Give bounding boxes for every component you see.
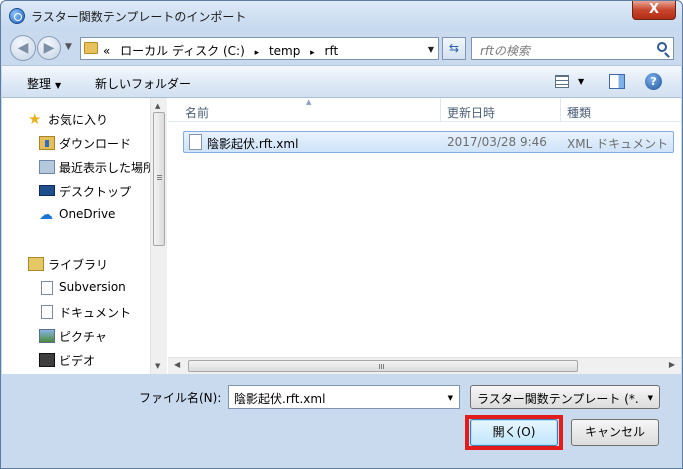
chevron-down-icon[interactable]: ▼	[578, 77, 584, 86]
filename-value: 陰影起伏.rft.xml	[234, 392, 326, 406]
window-title: ラスター関数テンプレートのインポート	[31, 10, 247, 24]
picture-icon	[39, 329, 55, 343]
sidebar-item-label: ピクチャ	[59, 330, 107, 344]
content-area: ★ お気に入り ダウンロード 最近表示した場所 デスクトップ ☁ OneDriv…	[2, 98, 681, 374]
filter-value: ラスター関数テンプレート (*.	[477, 392, 639, 406]
navigation-pane: ★ お気に入り ダウンロード 最近表示した場所 デスクトップ ☁ OneDriv…	[2, 98, 167, 374]
grip-icon	[157, 175, 162, 181]
preview-pane-icon[interactable]	[609, 74, 625, 89]
breadcrumb-temp[interactable]: temp	[269, 44, 300, 58]
scrollbar-thumb[interactable]	[188, 360, 578, 372]
app-icon	[9, 8, 25, 24]
scroll-right-icon[interactable]: ▶	[669, 360, 675, 369]
close-button[interactable]: X	[632, 1, 676, 20]
file-modified: 2017/03/28 9:46	[447, 135, 547, 149]
recent-places-icon	[39, 160, 55, 174]
breadcrumb-local-disk[interactable]: ローカル ディスク (C:)	[120, 42, 245, 59]
document-icon	[41, 305, 53, 319]
file-import-dialog: ラスター関数テンプレートのインポート X ◀ ▶ ▼ « ローカル ディスク (…	[0, 0, 683, 469]
file-name: 陰影起伏.rft.xml	[207, 137, 299, 151]
breadcrumb-arrow-icon[interactable]: ▸	[255, 48, 260, 58]
file-list-pane: 名前 ▲ 更新日時 種類 陰影起伏.rft.xml 2017/03/28 9:4…	[168, 98, 681, 374]
scroll-down-icon[interactable]: ▼	[155, 362, 160, 370]
title-bar: ラスター関数テンプレートのインポート X	[1, 1, 682, 31]
refresh-button[interactable]: ⇆	[442, 37, 466, 60]
horizontal-scrollbar[interactable]: ◀ ▶	[168, 357, 681, 374]
desktop-icon	[39, 185, 55, 196]
column-header-row: 名前 ▲ 更新日時 種類	[168, 98, 681, 122]
sidebar-item-label: ドキュメント	[59, 306, 132, 320]
navigation-bar: ◀ ▶ ▼ « ローカル ディスク (C:) ▸ temp ▸ rft ▼ ⇆ …	[1, 31, 682, 65]
open-button[interactable]: 開く(O)	[470, 419, 558, 446]
file-icon	[189, 134, 202, 150]
search-input[interactable]: rftの検索	[471, 37, 674, 60]
sidebar-item-label: ダウンロード	[59, 137, 132, 151]
scrollbar-thumb[interactable]	[153, 112, 165, 246]
download-folder-icon	[39, 136, 55, 150]
forward-button[interactable]: ▶	[37, 36, 61, 60]
sidebar-item-label: お気に入り	[48, 113, 109, 127]
star-icon: ★	[28, 110, 42, 128]
breadcrumb-rft[interactable]: rft	[325, 44, 339, 58]
help-icon[interactable]: ?	[645, 73, 662, 90]
address-bar[interactable]: « ローカル ディスク (C:) ▸ temp ▸ rft ▼	[80, 37, 439, 60]
file-row[interactable]: 陰影起伏.rft.xml 2017/03/28 9:46 XML ドキュメント	[183, 131, 674, 153]
scroll-up-icon[interactable]: ▲	[155, 102, 160, 110]
breadcrumb: « ローカル ディスク (C:) ▸ temp ▸ rft	[103, 42, 344, 59]
filename-input[interactable]: 陰影起伏.rft.xml ▼	[228, 385, 460, 409]
video-icon	[39, 353, 55, 367]
column-header-name[interactable]: 名前	[185, 104, 209, 121]
folder-icon	[84, 42, 98, 54]
new-folder-button[interactable]: 新しいフォルダー	[95, 75, 191, 92]
filename-label: ファイル名(N):	[139, 391, 222, 405]
column-divider[interactable]	[440, 98, 441, 122]
scroll-left-icon[interactable]: ◀	[174, 360, 180, 369]
file-type: XML ドキュメント	[567, 137, 669, 151]
sidebar-item-label: ライブラリ	[48, 258, 109, 272]
organize-label: 整理	[27, 77, 52, 91]
sort-ascending-icon: ▲	[306, 98, 312, 106]
command-toolbar: 整理 ▼ 新しいフォルダー ▼ ?	[2, 65, 681, 98]
sidebar-item-label: デスクトップ	[59, 185, 132, 199]
cancel-button[interactable]: キャンセル	[571, 419, 659, 446]
address-dropdown-icon[interactable]: ▼	[428, 45, 434, 54]
back-button[interactable]: ◀	[10, 35, 36, 61]
grip-icon	[379, 364, 385, 369]
breadcrumb-overflow[interactable]: «	[103, 44, 110, 58]
column-divider[interactable]	[560, 98, 561, 122]
file-type-filter-select[interactable]: ラスター関数テンプレート (*. ▼	[470, 385, 660, 409]
column-header-modified[interactable]: 更新日時	[447, 104, 495, 121]
organize-button[interactable]: 整理 ▼	[27, 75, 61, 92]
chevron-down-icon: ▼	[55, 81, 62, 90]
navigation-scrollbar[interactable]: ▲ ▼	[150, 98, 167, 374]
search-placeholder: rftの検索	[480, 44, 530, 58]
cloud-icon: ☁	[39, 207, 53, 223]
library-icon	[28, 257, 44, 271]
chevron-down-icon[interactable]: ▼	[448, 394, 453, 402]
breadcrumb-arrow-icon[interactable]: ▸	[310, 48, 315, 58]
view-options-icon[interactable]	[555, 75, 569, 88]
sidebar-item-label: ビデオ	[59, 354, 96, 368]
document-icon	[41, 281, 53, 295]
column-header-type[interactable]: 種類	[567, 104, 591, 121]
recent-locations-dropdown[interactable]: ▼	[65, 42, 72, 52]
sidebar-item-label: Subversion	[59, 280, 126, 294]
chevron-down-icon: ▼	[647, 394, 653, 402]
sidebar-item-label: OneDrive	[59, 207, 116, 221]
search-icon[interactable]	[657, 42, 667, 52]
sidebar-item-label: 最近表示した場所	[59, 161, 156, 175]
